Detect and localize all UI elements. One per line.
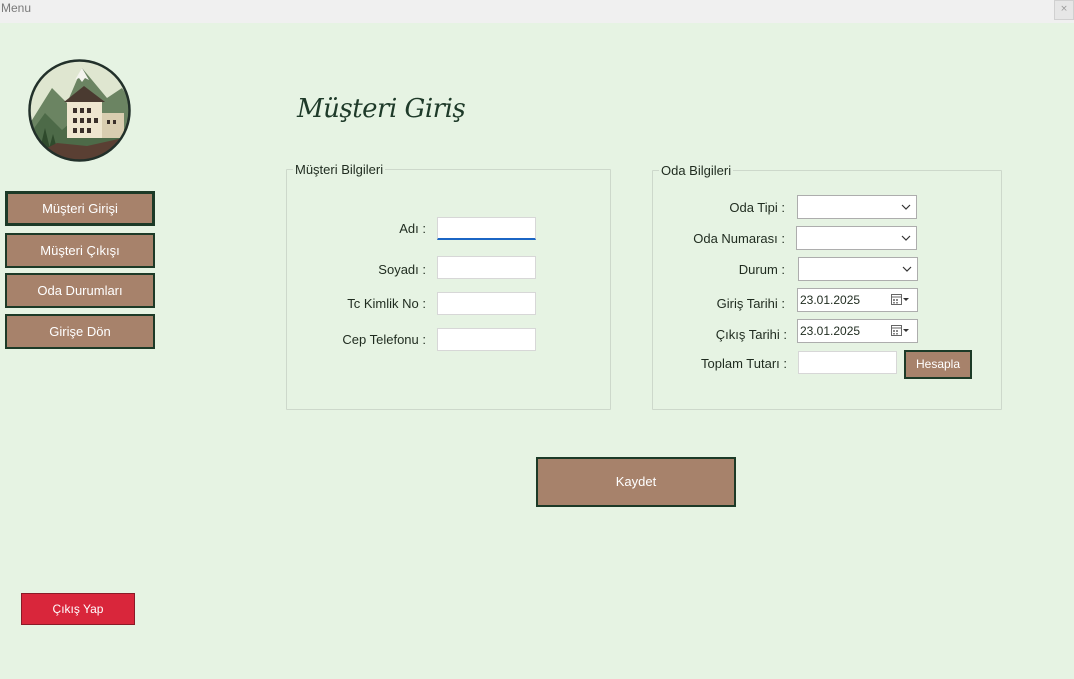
calendar-dropdown-icon[interactable] <box>891 325 911 337</box>
checkout-date-value: 23.01.2025 <box>800 324 861 338</box>
customer-info-group: Müşteri Bilgileri <box>286 162 611 410</box>
mountain-hotel-logo <box>28 59 131 162</box>
tc-input[interactable] <box>437 292 536 315</box>
window-title: Menu <box>1 1 32 15</box>
chevron-down-icon <box>901 235 911 241</box>
room-info-legend: Oda Bilgileri <box>661 163 732 178</box>
sidebar-item-girise-don[interactable]: Girişe Dön <box>5 314 155 349</box>
total-label: Toplam Tutarı : <box>701 356 787 371</box>
surname-input[interactable] <box>437 256 536 279</box>
room-number-select[interactable] <box>796 226 917 250</box>
customer-info-legend: Müşteri Bilgileri <box>295 162 384 177</box>
sidebar-item-musteri-cikisi[interactable]: Müşteri Çıkışı <box>5 233 155 268</box>
total-input[interactable] <box>798 351 897 374</box>
status-select[interactable] <box>798 257 918 281</box>
calendar-dropdown-icon[interactable] <box>891 294 911 306</box>
checkin-date-picker[interactable]: 23.01.2025 <box>797 288 918 312</box>
room-type-select[interactable] <box>797 195 917 219</box>
checkout-date-picker[interactable]: 23.01.2025 <box>797 319 918 343</box>
checkin-date-label: Giriş Tarihi : <box>716 296 785 311</box>
save-button[interactable]: Kaydet <box>536 457 736 507</box>
status-label: Durum : <box>738 262 785 277</box>
surname-label: Soyadı : <box>378 262 426 277</box>
chevron-down-icon <box>901 204 911 210</box>
sidebar-item-musteri-girisi[interactable]: Müşteri Girişi <box>5 191 155 226</box>
calculate-button[interactable]: Hesapla <box>904 350 972 379</box>
room-type-label: Oda Tipi : <box>729 200 785 215</box>
room-number-label: Oda Numarası : <box>693 231 785 246</box>
name-input[interactable] <box>437 217 536 240</box>
page-title: Müşteri Giriş <box>297 94 466 124</box>
close-button[interactable]: × <box>1054 0 1074 20</box>
checkout-date-label: Çıkış Tarihi : <box>715 327 787 342</box>
checkin-date-value: 23.01.2025 <box>800 293 861 307</box>
chevron-down-icon <box>902 266 912 272</box>
sidebar-item-oda-durumlari[interactable]: Oda Durumları <box>5 273 155 308</box>
window-titlebar: Menu × <box>0 0 1074 23</box>
phone-input[interactable] <box>437 328 536 351</box>
phone-label: Cep Telefonu : <box>342 332 426 347</box>
tc-label: Tc Kimlik No : <box>347 296 426 311</box>
name-label: Adı : <box>399 221 426 236</box>
logout-button[interactable]: Çıkış Yap <box>21 593 135 625</box>
